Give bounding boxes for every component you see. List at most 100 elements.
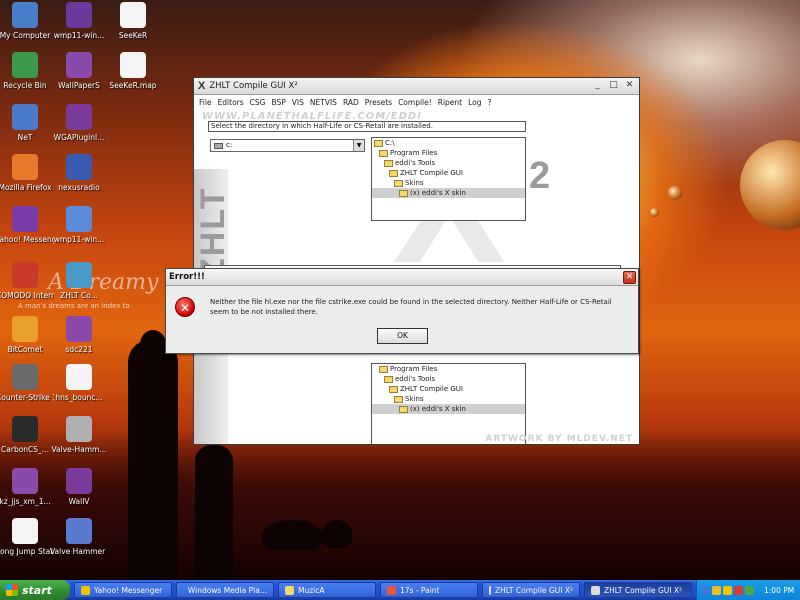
desktop-icon[interactable]: Valve-Hamm... <box>50 416 108 454</box>
desktop-icon[interactable]: Recycle Bin <box>0 52 54 90</box>
desktop-icon[interactable]: kz_jjs_xm_1... <box>0 468 54 506</box>
artwork-credit: ARTWORK BY MLDEV.NET <box>485 434 633 444</box>
error-dialog-close-button[interactable]: ✕ <box>623 270 636 284</box>
tray-icon[interactable] <box>723 585 732 595</box>
directory-item[interactable]: eddi's Tools <box>372 374 525 384</box>
menu-netvis[interactable]: NETVIS <box>307 98 340 107</box>
desktop-icon[interactable]: My Computer <box>0 2 54 40</box>
wallpaper-silhouette-woman <box>128 340 178 580</box>
tray-icon[interactable] <box>734 585 743 595</box>
menu-presets[interactable]: Presets <box>362 98 395 107</box>
taskbar-task[interactable]: ZHLT Compile GUI X² <box>482 582 580 598</box>
bitcomet-icon <box>12 316 38 342</box>
directory-list[interactable]: C:\ Program Files eddi's Tools ZHLT Compile… <box>371 137 526 221</box>
directory-item[interactable]: Skins <box>372 394 525 404</box>
menu-ripent[interactable]: Ripent <box>435 98 465 107</box>
desktop-icon[interactable]: COMODO Intern... <box>0 262 54 300</box>
menu-file[interactable]: File <box>196 98 215 107</box>
desktop-icon[interactable]: Yahoo! Messenger <box>0 206 54 244</box>
task-label: Yahoo! Messenger <box>94 585 163 595</box>
desktop-icon[interactable]: WGAPluginI... <box>50 104 108 142</box>
minimize-button[interactable]: _ <box>591 80 604 92</box>
tray-icon[interactable] <box>745 585 754 595</box>
desktop-icon[interactable]: WallPaperS <box>50 52 108 90</box>
desktop-icon[interactable]: Long Jump Stats - e... <box>0 518 54 556</box>
desktop-icon[interactable]: NeT <box>0 104 54 142</box>
taskbar-task[interactable]: 17s - Paint <box>380 582 478 598</box>
directory-item[interactable]: ZHLT Compile GUI <box>372 168 525 178</box>
error-dialog[interactable]: Error!!! ✕ ✕ Neither the file hl.exe nor… <box>165 268 639 354</box>
desktop-icon[interactable]: CarbonCS_... <box>0 416 54 454</box>
desktop-icon[interactable]: wmp11-win... <box>50 2 108 40</box>
error-dialog-titlebar[interactable]: Error!!! ✕ <box>166 269 638 286</box>
close-button[interactable]: ✕ <box>623 80 636 92</box>
zhlt-main-window[interactable]: X ZHLT Compile GUI X² _ □ ✕ File Editors… <box>193 77 640 445</box>
directory-list-lower[interactable]: Program Files eddi's Tools ZHLT Compile GU… <box>371 363 526 444</box>
taskbar-task[interactable]: MuzicA <box>278 582 376 598</box>
directory-item[interactable]: ZHLT Compile GUI <box>372 384 525 394</box>
drive-value: c: <box>226 141 233 149</box>
directory-item-label: eddi's Tools <box>395 375 436 383</box>
menu-vis[interactable]: VIS <box>289 98 307 107</box>
taskbar-task[interactable]: Windows Media Pla... <box>176 582 274 598</box>
folder-icon <box>399 405 408 413</box>
maximize-button[interactable]: □ <box>607 80 620 92</box>
directory-item-label: (x) eddi's X skin <box>410 189 466 197</box>
directory-item[interactable]: Program Files <box>372 148 525 158</box>
desktop-icon-label: BitComet <box>7 345 43 354</box>
desktop-icon[interactable]: hns_bounc... <box>50 364 108 402</box>
taskbar-task[interactable]: ZHLT Compile GUI X² <box>584 582 692 598</box>
chevron-down-icon[interactable]: ▼ <box>353 140 364 151</box>
desktop-icon[interactable]: BitComet <box>0 316 54 354</box>
firefox-icon <box>12 154 38 180</box>
desktop-icon[interactable]: Mozilla Firefox <box>0 154 54 192</box>
desktop-icon[interactable]: Counter-Strike 1.6 <box>0 364 54 402</box>
wallpaper-planet-tiny <box>650 208 659 217</box>
desktop-icon[interactable]: wmp11-win... <box>50 206 108 244</box>
directory-item[interactable]: (x) eddi's X skin <box>372 404 525 414</box>
desktop-icon[interactable]: SeeKeR <box>104 2 162 40</box>
desktop-icon[interactable]: sdc221 <box>50 316 108 354</box>
instruction-label: Select the directory in which Half-Life … <box>208 121 526 132</box>
desktop-icon[interactable]: SeeKeR.map <box>104 52 162 90</box>
task-icon <box>489 585 491 595</box>
tray-icon[interactable] <box>701 585 710 595</box>
task-label: 17s - Paint <box>400 585 440 595</box>
start-button[interactable]: start <box>0 580 70 600</box>
directory-item[interactable]: Skins <box>372 178 525 188</box>
menu-log[interactable]: Log <box>465 98 484 107</box>
desktop-icon[interactable]: ZHLT Co... <box>50 262 108 300</box>
desktop-icon-label: SeeKeR.map <box>109 81 157 90</box>
desktop-icon-label: Long Jump Stats - e... <box>0 547 54 556</box>
menu-compile[interactable]: Compile! <box>395 98 435 107</box>
directory-item[interactable]: (x) eddi's X skin <box>372 188 525 198</box>
desktop-icon-label: hns_bounc... <box>55 393 103 402</box>
comodo-icon <box>12 262 38 288</box>
directory-item-label: Program Files <box>390 149 438 157</box>
menu-editors[interactable]: Editors <box>215 98 247 107</box>
directory-item-label: Skins <box>405 395 424 403</box>
task-icon <box>81 585 90 595</box>
drive-select[interactable]: c: ▼ <box>210 139 365 152</box>
taskbar-task[interactable]: Yahoo! Messenger <box>74 582 172 598</box>
menu-rad[interactable]: RAD <box>340 98 362 107</box>
menu-help[interactable]: ? <box>485 98 495 107</box>
desktop-icon[interactable]: nexusradio <box>50 154 108 192</box>
desktop-icon[interactable]: Valve Hammer Editor <box>50 518 108 556</box>
menu-bsp[interactable]: BSP <box>268 98 288 107</box>
desktop-icon-label: WallV <box>68 497 90 506</box>
clock[interactable]: 1:00 PM <box>764 586 794 595</box>
folder-icon <box>394 179 403 187</box>
window-titlebar[interactable]: X ZHLT Compile GUI X² _ □ ✕ <box>194 78 639 95</box>
directory-item[interactable]: eddi's Tools <box>372 158 525 168</box>
tray-icon[interactable] <box>712 585 721 595</box>
directory-item[interactable]: C:\ <box>372 138 525 148</box>
menu-csg[interactable]: CSG <box>247 98 269 107</box>
folder-icon <box>379 149 388 157</box>
desktop-icon[interactable]: WallV <box>50 468 108 506</box>
directory-item[interactable]: Program Files <box>372 364 525 374</box>
directory-item-label: (x) eddi's X skin <box>410 405 466 413</box>
ok-button[interactable]: OK <box>377 328 428 344</box>
tray-icons <box>701 585 756 595</box>
folder-icon <box>384 375 393 383</box>
